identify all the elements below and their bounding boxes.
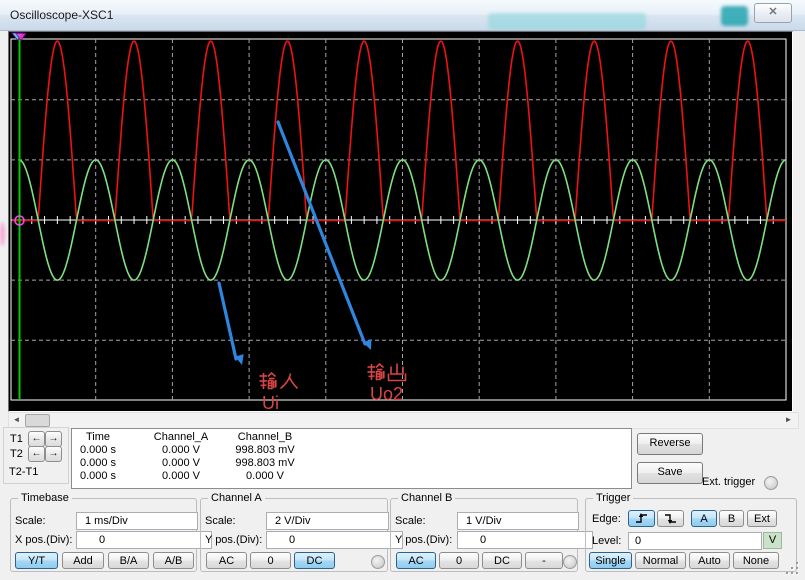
readout-channel-a-value: 0.000 V: [162, 457, 200, 469]
channel-b-scale-label: Scale:: [395, 515, 426, 527]
timebase-ab-button[interactable]: A/B: [153, 552, 194, 569]
channel-b-0-button[interactable]: 0: [439, 552, 479, 569]
trigger-edge-ext-button[interactable]: Ext: [747, 510, 777, 527]
readout-channel-b-value: 998.803 mV: [235, 457, 294, 469]
readout-channel-b-value: 0.000 V: [246, 470, 284, 482]
trigger-edge-label: Edge:: [592, 513, 621, 525]
reverse-button[interactable]: Reverse: [637, 433, 703, 455]
channel-b-ypos-input[interactable]: 0: [457, 531, 593, 549]
timebase-xpos-label: X pos.(Div):: [15, 534, 72, 546]
channel-a-scale-input[interactable]: 2 V/Div: [266, 512, 389, 530]
channel-b-scale-input[interactable]: 1 V/Div: [457, 512, 579, 530]
timebase-ba-button[interactable]: B/A: [108, 552, 149, 569]
channel-a-0-button[interactable]: 0: [250, 552, 291, 569]
window-title: Oscilloscope-XSC1: [10, 8, 113, 22]
aero-glass-artifact: [488, 13, 646, 30]
channel-a-ypos-input[interactable]: 0: [266, 531, 403, 549]
trigger-mode-none-button[interactable]: None: [733, 552, 779, 569]
close-button[interactable]: ✕: [754, 3, 792, 23]
channel-b-ypos-label: Y pos.(Div):: [395, 534, 452, 546]
timebase-scale-input[interactable]: 1 ms/Div: [76, 512, 198, 530]
channel-b-ac-button[interactable]: AC: [396, 552, 436, 569]
t1-right-button[interactable]: →: [45, 431, 62, 447]
scrollbar-thumb[interactable]: [25, 414, 50, 427]
channel-a-group: Channel A Scale: 2 V/Div Y pos.(Div): 0 …: [200, 498, 388, 572]
timebase-xpos-input[interactable]: 0: [76, 531, 212, 549]
channel-a-caption: Channel A: [208, 492, 265, 504]
ext-trigger-connector[interactable]: [764, 476, 778, 490]
trigger-edge-risingedge-button[interactable]: [628, 510, 655, 527]
scroll-left-icon[interactable]: ◄: [10, 414, 23, 425]
channel-a-dc-button[interactable]: DC: [294, 552, 335, 569]
channel-b--button[interactable]: -: [525, 552, 563, 569]
aero-glass-artifact: [721, 6, 748, 26]
readout-time-value: 0.000 s: [80, 457, 116, 469]
timebase-caption: Timebase: [18, 492, 72, 504]
title-bar: Oscilloscope-XSC1 ✕: [0, 0, 805, 31]
timebase-add-button[interactable]: Add: [62, 552, 104, 569]
t2-right-button[interactable]: →: [45, 446, 62, 462]
resize-grip[interactable]: [786, 560, 800, 576]
save-button[interactable]: Save: [637, 462, 703, 484]
timebase-yt-button[interactable]: Y/T: [15, 552, 58, 569]
channel-a-scale-label: Scale:: [205, 515, 236, 527]
oscilloscope-window: Oscilloscope-XSC1 ✕ ◄ ► T1 ← → T2 ← → T2…: [0, 0, 805, 580]
cursor-readout-box: T1 ← → T2 ← → T2-T1: [3, 427, 69, 484]
channel-b-caption: Channel B: [398, 492, 455, 504]
channel-a-ac-button[interactable]: AC: [206, 552, 247, 569]
readout-header: Channel_A: [154, 431, 208, 443]
ext-trigger-label: Ext. trigger: [702, 476, 755, 488]
readout-time-value: 0.000 s: [80, 444, 116, 456]
trigger-level-unit-select[interactable]: V: [763, 532, 782, 549]
measurement-readout-panel: TimeChannel_AChannel_B0.000 s0.000 V998.…: [71, 428, 632, 489]
readout-header: Channel_B: [238, 431, 292, 443]
t2-label: T2: [10, 448, 23, 460]
trigger-edge-b-button[interactable]: B: [719, 510, 744, 527]
t2-t1-label: T2-T1: [9, 466, 38, 478]
trigger-caption: Trigger: [593, 492, 633, 504]
scroll-right-icon[interactable]: ►: [782, 414, 795, 425]
trigger-level-input[interactable]: 0: [628, 532, 762, 550]
trigger-group: Trigger Edge: ABExt Level: 0 V SingleNor…: [585, 498, 797, 572]
horizontal-scrollbar[interactable]: ◄ ►: [8, 412, 799, 429]
t1-label: T1: [10, 433, 23, 445]
trigger-level-label: Level:: [592, 535, 621, 547]
scope-screen: [8, 31, 793, 412]
channel-b-dc-button[interactable]: DC: [482, 552, 522, 569]
trigger-mode-normal-button[interactable]: Normal: [635, 552, 686, 569]
trigger-mode-single-button[interactable]: Single: [589, 552, 632, 569]
channel-a-connector[interactable]: [371, 555, 385, 569]
readout-time-value: 0.000 s: [80, 470, 116, 482]
timebase-scale-label: Scale:: [15, 515, 46, 527]
t2-left-button[interactable]: ←: [28, 446, 45, 462]
trigger-mode-auto-button[interactable]: Auto: [689, 552, 730, 569]
trigger-edge-fallingedge-button[interactable]: [657, 510, 684, 527]
channel-b-connector[interactable]: [563, 555, 577, 569]
t1-left-button[interactable]: ←: [28, 431, 45, 447]
probe-color-smudge: [0, 222, 5, 246]
timebase-group: Timebase Scale: 1 ms/Div X pos.(Div): 0 …: [10, 498, 197, 572]
channel-b-group: Channel B Scale: 1 V/Div Y pos.(Div): 0 …: [390, 498, 578, 572]
trigger-edge-a-button[interactable]: A: [691, 510, 717, 527]
channel-a-ypos-label: Y pos.(Div):: [205, 534, 262, 546]
readout-channel-b-value: 998.803 mV: [235, 444, 294, 456]
readout-header: Time: [86, 431, 110, 443]
readout-channel-a-value: 0.000 V: [162, 444, 200, 456]
readout-channel-a-value: 0.000 V: [162, 470, 200, 482]
